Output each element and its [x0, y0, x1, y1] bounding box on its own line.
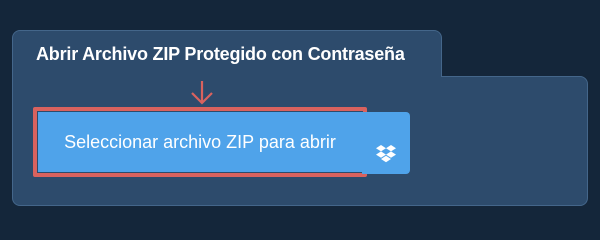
arrow-down-icon — [191, 81, 213, 105]
highlight-box — [33, 107, 367, 177]
dropbox-button[interactable] — [362, 112, 410, 174]
dropbox-icon — [376, 144, 396, 162]
panel-title: Abrir Archivo ZIP Protegido con Contrase… — [36, 44, 405, 64]
panel-join — [13, 60, 441, 100]
app-stage: Abrir Archivo ZIP Protegido con Contrase… — [0, 0, 600, 230]
